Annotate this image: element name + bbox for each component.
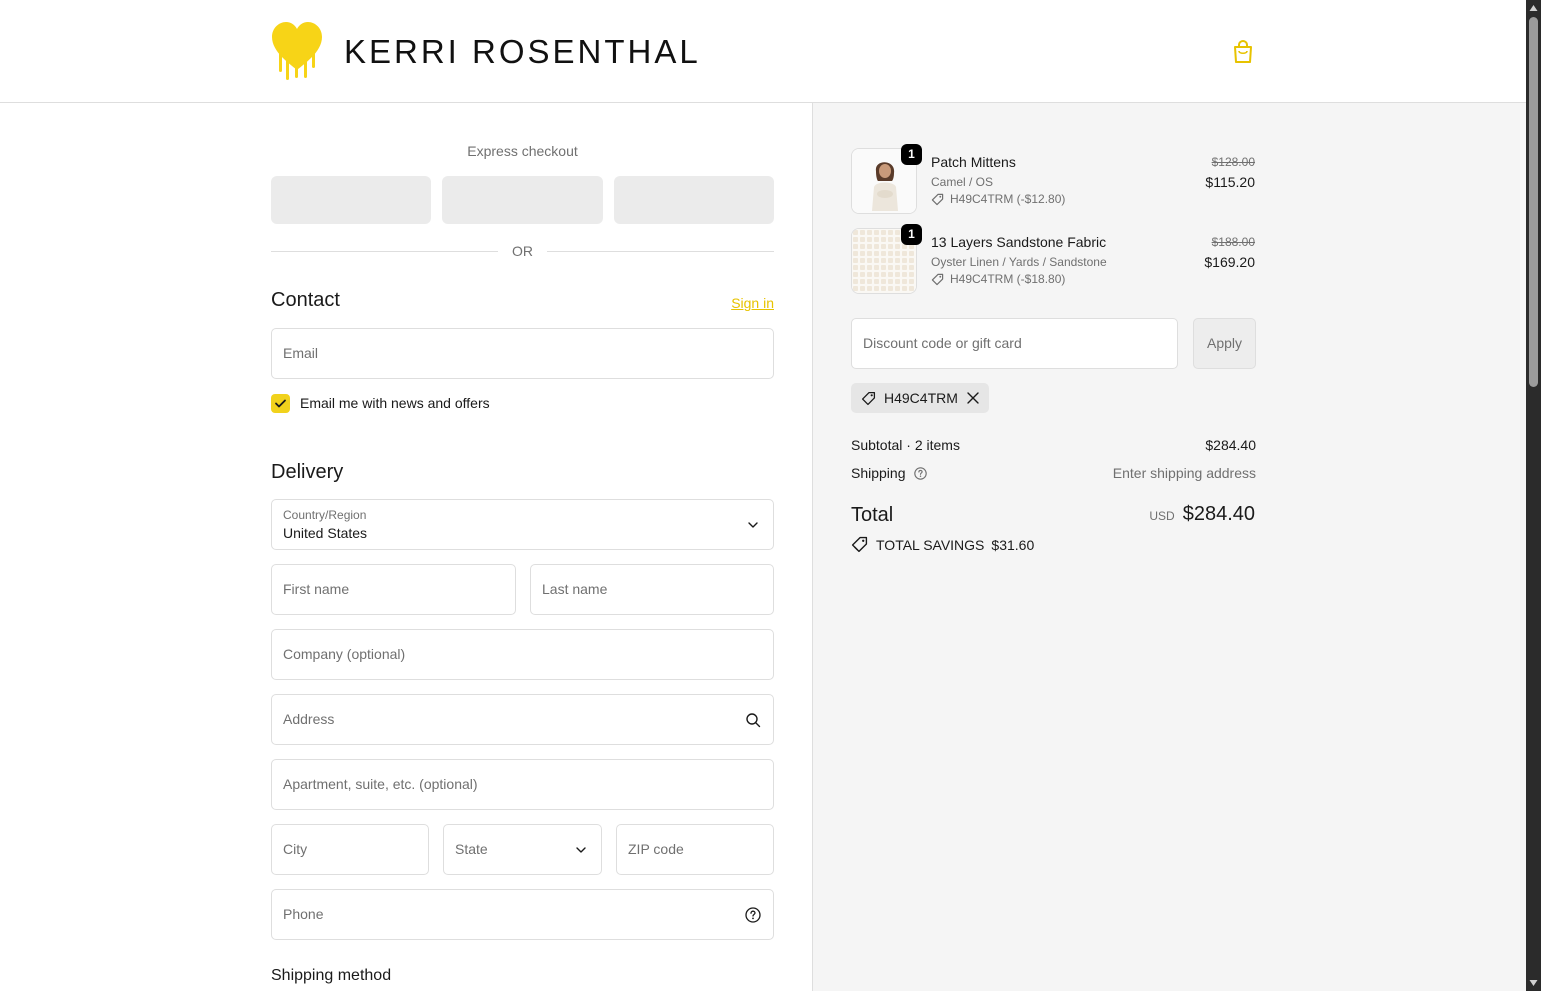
original-price: $188.00	[1211, 235, 1255, 249]
discount-code-placeholder: Discount code or gift card	[863, 335, 1022, 351]
subtotal-label: Subtotal · 2 items	[851, 437, 960, 453]
discount-code-field[interactable]: Discount code or gift card	[851, 318, 1178, 369]
tag-icon	[931, 193, 944, 205]
item-variant: Camel / OS	[931, 175, 994, 189]
country-label: Country/Region	[283, 508, 367, 522]
item-discount-label: H49C4TRM (-$18.80)	[950, 272, 1066, 286]
scrollbar-thumb[interactable]	[1529, 17, 1538, 387]
item-discount: H49C4TRM (-$18.80)	[931, 272, 1065, 286]
first-name-field[interactable]: First name	[271, 564, 516, 615]
help-circle-icon[interactable]	[914, 467, 928, 480]
delivery-title: Delivery	[271, 461, 344, 483]
newsletter-checkbox[interactable]	[271, 394, 290, 413]
city-placeholder: City	[283, 841, 308, 857]
help-circle-icon[interactable]	[745, 907, 761, 923]
state-placeholder: State	[455, 841, 488, 857]
company-placeholder: Company (optional)	[283, 646, 406, 662]
total-savings: TOTAL SAVINGS $31.60	[851, 536, 1034, 553]
or-divider: OR	[271, 243, 774, 259]
subtotal-value: $284.40	[1205, 437, 1256, 453]
item-name: 13 Layers Sandstone Fabric	[931, 234, 1107, 250]
sign-in-link[interactable]: Sign in	[700, 295, 774, 311]
city-field[interactable]: City	[271, 824, 429, 875]
country-value: United States	[283, 525, 368, 541]
total-value-group: USD $284.40	[1149, 503, 1255, 526]
quantity-badge: 1	[901, 144, 922, 165]
express-pay-button-2[interactable]	[442, 176, 603, 224]
apartment-field[interactable]: Apartment, suite, etc. (optional)	[271, 759, 774, 810]
express-pay-button-1[interactable]	[271, 176, 431, 224]
page-scrollbar[interactable]	[1526, 0, 1541, 991]
divider-line	[547, 251, 774, 252]
scroll-up-arrow-icon[interactable]	[1529, 4, 1538, 12]
shipping-row: Shipping Enter shipping address	[851, 465, 1256, 481]
check-icon	[275, 399, 286, 408]
email-field[interactable]: Email	[271, 328, 774, 379]
apply-discount-button[interactable]: Apply	[1193, 318, 1256, 369]
newsletter-label: Email me with news and offers	[300, 395, 490, 411]
email-placeholder: Email	[283, 345, 319, 361]
shipping-value: Enter shipping address	[1112, 465, 1256, 481]
address-field[interactable]: Address	[271, 694, 774, 745]
cart-item: 1 Patch Mittens Camel / OS H49C4TRM (-$1…	[851, 144, 1255, 214]
item-discount: H49C4TRM (-$12.80)	[931, 192, 1065, 206]
address-placeholder: Address	[283, 711, 335, 727]
first-name-placeholder: First name	[283, 581, 350, 597]
scroll-down-arrow-icon[interactable]	[1529, 979, 1538, 987]
total-label: Total	[851, 504, 894, 526]
close-icon[interactable]	[967, 392, 979, 404]
chevron-down-icon	[576, 847, 586, 853]
savings-value: $31.60	[991, 536, 1035, 553]
site-header: KERRI ROSENTHAL	[0, 0, 1526, 103]
phone-field[interactable]: Phone	[271, 889, 774, 940]
country-select[interactable]: Country/Region United States	[271, 499, 774, 550]
original-price: $128.00	[1211, 155, 1255, 169]
tag-icon	[931, 273, 944, 285]
item-price: $115.20	[1205, 174, 1255, 190]
company-field[interactable]: Company (optional)	[271, 629, 774, 680]
apartment-placeholder: Apartment, suite, etc. (optional)	[283, 776, 478, 792]
brand-logo[interactable]: KERRI ROSENTHAL	[270, 20, 701, 82]
item-name: Patch Mittens	[931, 154, 1016, 170]
total-amount: $284.40	[1182, 503, 1255, 525]
total-currency: USD	[1149, 509, 1175, 523]
last-name-field[interactable]: Last name	[530, 564, 774, 615]
last-name-placeholder: Last name	[542, 581, 608, 597]
zip-placeholder: ZIP code	[628, 841, 684, 857]
checkout-form-column: Express checkout OR Contact Sign in Emai…	[0, 103, 812, 991]
tag-icon	[851, 536, 868, 553]
shopping-bag-icon[interactable]	[1232, 40, 1254, 64]
express-checkout-label: Express checkout	[467, 143, 578, 159]
item-variant: Oyster Linen / Yards / Sandstone	[931, 255, 1107, 269]
cart-item: 1 13 Layers Sandstone Fabric Oyster Line…	[851, 224, 1255, 294]
applied-discount-code: H49C4TRM	[884, 390, 958, 406]
express-pay-button-3[interactable]	[614, 176, 774, 224]
phone-placeholder: Phone	[283, 906, 324, 922]
tag-icon	[861, 391, 876, 405]
item-price: $169.20	[1204, 254, 1255, 270]
subtotal-row: Subtotal · 2 items $284.40	[851, 437, 1256, 453]
zip-field[interactable]: ZIP code	[616, 824, 774, 875]
shipping-method-title: Shipping method	[271, 967, 392, 984]
quantity-badge: 1	[901, 224, 922, 245]
applied-discount-chip: H49C4TRM	[851, 383, 989, 413]
state-select[interactable]: State	[443, 824, 602, 875]
contact-title: Contact	[271, 289, 340, 311]
item-discount-label: H49C4TRM (-$12.80)	[950, 192, 1066, 206]
brand-name: KERRI ROSENTHAL	[344, 32, 701, 70]
order-summary-column: 1 Patch Mittens Camel / OS H49C4TRM (-$1…	[812, 103, 1526, 991]
chevron-down-icon	[748, 522, 758, 528]
savings-label: TOTAL SAVINGS	[876, 536, 985, 553]
dripping-heart-icon	[272, 22, 322, 80]
shipping-label: Shipping	[851, 465, 906, 481]
search-icon	[746, 713, 761, 728]
